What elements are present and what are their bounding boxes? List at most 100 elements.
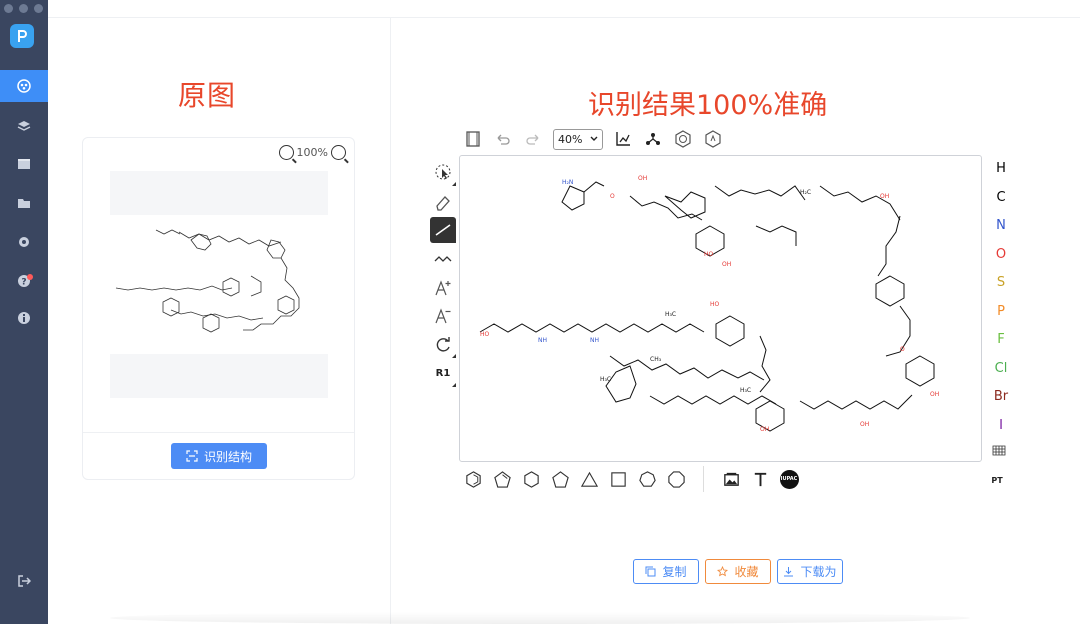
svg-text:CH₃: CH₃ [650, 356, 662, 363]
element-h-button[interactable]: H [988, 158, 1014, 187]
sidebar-item-layers[interactable] [0, 110, 48, 142]
cyclooctane-template[interactable] [666, 469, 686, 489]
copy-label: 复制 [662, 565, 687, 579]
chart-icon [616, 132, 630, 146]
pentagon-icon [551, 470, 569, 488]
zoom-in-icon[interactable] [331, 145, 346, 160]
scan-icon [186, 450, 198, 462]
svg-text:H₂N: H₂N [562, 179, 573, 186]
maximize-window-button[interactable] [34, 4, 43, 13]
recognition-result-title: 识别结果100%准确 [588, 90, 828, 121]
periodic-table-button[interactable]: PT [988, 443, 1014, 485]
sidebar-item-help[interactable]: ? [0, 265, 48, 297]
recognize-structure-button[interactable]: 识别结构 [171, 443, 267, 469]
window-controls [4, 4, 43, 13]
element-f-button[interactable]: F [988, 329, 1014, 358]
close-window-button[interactable] [4, 4, 13, 13]
panel-divider [390, 18, 391, 624]
svg-text:H₃C: H₃C [600, 376, 611, 383]
minimize-window-button[interactable] [19, 4, 28, 13]
cycloheptane-template[interactable] [637, 469, 657, 489]
element-c-button[interactable]: C [988, 187, 1014, 216]
sidebar-item-info[interactable] [0, 302, 48, 334]
charge-plus-icon [435, 280, 451, 295]
cyclopentadiene-template[interactable] [492, 469, 512, 489]
element-o-button[interactable]: O [988, 244, 1014, 273]
undo-button[interactable] [493, 129, 513, 149]
redo-button[interactable] [523, 129, 543, 149]
charge-minus-tool[interactable] [430, 303, 456, 329]
benzene-template[interactable] [463, 469, 483, 489]
svg-text:H₂C: H₂C [800, 189, 811, 196]
periodic-table-label: PT [991, 476, 1003, 485]
info-icon [18, 312, 30, 324]
element-cl-button[interactable]: Cl [988, 358, 1014, 387]
sidebar-item-recognize[interactable] [0, 70, 48, 102]
charge-plus-tool[interactable] [430, 275, 456, 301]
svg-text:H₃C: H₃C [740, 387, 751, 394]
element-s-button[interactable]: S [988, 272, 1014, 301]
placeholder-bottom [110, 354, 328, 398]
structure-editor-canvas[interactable]: H₂N OH O HO OH H₂C OH HO NH NH H₃C HO H₃… [459, 155, 982, 462]
app-logo-icon [10, 24, 34, 48]
layout-button[interactable] [613, 129, 633, 149]
svg-text:OH: OH [930, 391, 939, 398]
editor-left-toolbar: R1 [430, 160, 456, 390]
r-group-tool[interactable]: R1 [430, 361, 456, 387]
svg-text:OH: OH [638, 175, 647, 182]
cyclopentane-template[interactable] [550, 469, 570, 489]
select-tool[interactable] [430, 160, 456, 186]
image-icon [723, 472, 739, 486]
zoom-select[interactable]: 40% [553, 128, 603, 150]
aromatize-button[interactable] [673, 129, 693, 149]
card-divider [83, 432, 354, 433]
iupac-button[interactable]: IUPAC [779, 469, 799, 489]
chevron-down-icon [590, 136, 598, 141]
bond-tool[interactable] [430, 217, 456, 244]
cyclopropane-template[interactable] [579, 469, 599, 489]
svg-text:OH: OH [722, 261, 731, 268]
cyclohexane-template[interactable] [521, 469, 541, 489]
element-palette: H C N O S P F Cl Br I PT [988, 158, 1014, 485]
zoom-out-icon[interactable] [278, 145, 294, 160]
archive-icon [18, 159, 30, 169]
editor-top-toolbar: 40% [463, 127, 723, 151]
rotate-tool[interactable] [430, 332, 456, 359]
hexagon-a-icon [675, 130, 691, 148]
charge-minus-icon [435, 308, 451, 324]
svg-text:HO: HO [704, 251, 714, 258]
zoom-level: 100% [296, 146, 328, 159]
star-icon [717, 566, 729, 577]
rotate-icon [436, 337, 450, 352]
favorite-button[interactable]: 收藏 [705, 559, 771, 584]
original-image-title: 原图 [178, 79, 237, 112]
insert-image-button[interactable] [721, 469, 741, 489]
svg-text:NH: NH [590, 337, 599, 344]
chain-tool[interactable] [430, 246, 456, 272]
element-i-button[interactable]: I [988, 415, 1014, 444]
element-n-button[interactable]: N [988, 215, 1014, 244]
sidebar-item-archive[interactable] [0, 148, 48, 180]
element-br-button[interactable]: Br [988, 386, 1014, 415]
sidebar-item-files[interactable] [0, 187, 48, 219]
sidebar-item-settings[interactable] [0, 226, 48, 258]
triangle-icon [580, 471, 598, 487]
lasso-select-icon [435, 164, 451, 180]
eraser-tool[interactable] [430, 189, 456, 215]
original-image-card: 100% 识别结构 [82, 137, 355, 480]
download-button[interactable]: 下载为 [777, 559, 843, 584]
bottom-shadow [110, 612, 970, 624]
cyclopentadiene-icon [493, 470, 511, 488]
film-icon [466, 131, 480, 147]
dearomatize-button[interactable] [703, 129, 723, 149]
download-label: 下载为 [800, 565, 837, 579]
new-document-button[interactable] [463, 129, 483, 149]
copy-button[interactable]: 复制 [633, 559, 699, 584]
benzene-icon [465, 470, 481, 488]
clean-button[interactable] [643, 129, 663, 149]
cyclobutane-template[interactable] [608, 469, 628, 489]
molecule-icon [17, 79, 31, 93]
element-p-button[interactable]: P [988, 301, 1014, 330]
text-tool[interactable] [750, 469, 770, 489]
sidebar-item-logout[interactable] [0, 565, 48, 597]
